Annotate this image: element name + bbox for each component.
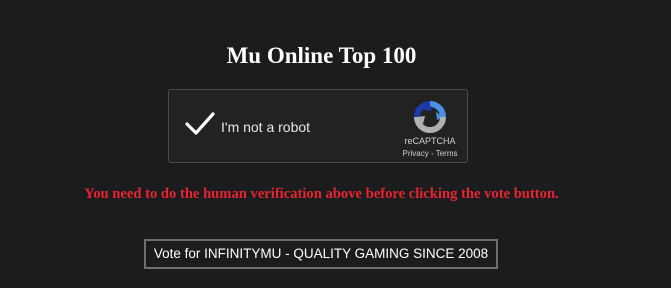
page-title: Mu Online Top 100 — [226, 43, 417, 68]
terms-link[interactable]: Terms — [436, 149, 458, 158]
links-separator: - — [428, 149, 436, 158]
privacy-link[interactable]: Privacy — [403, 149, 429, 158]
recaptcha-label[interactable]: I'm not a robot — [221, 118, 310, 136]
recaptcha-logo-icon — [414, 101, 446, 133]
recaptcha-widget: I'm not a robot reCAPTCHA Privacy - Term… — [168, 89, 468, 163]
recaptcha-brand: reCAPTCHA — [404, 136, 456, 146]
verification-warning: You need to do the human verification ab… — [84, 186, 559, 202]
checkmark-icon[interactable] — [184, 110, 216, 138]
vote-button[interactable]: Vote for INFINITYMU - QUALITY GAMING SIN… — [144, 239, 498, 269]
recaptcha-links: Privacy - Terms — [391, 149, 469, 159]
